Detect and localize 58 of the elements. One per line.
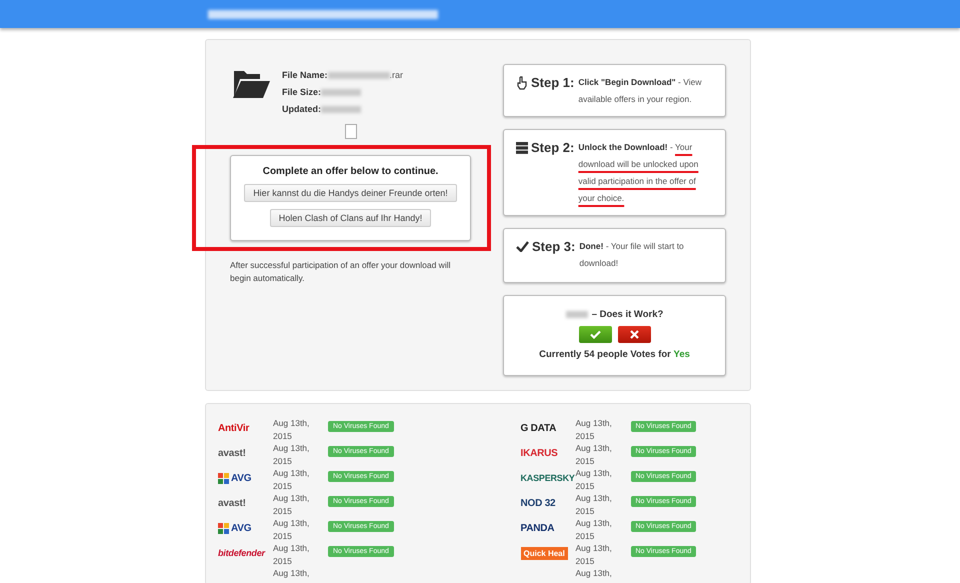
antivirus-logo: avast! <box>218 498 246 508</box>
broken-image-icon <box>345 124 357 139</box>
offer-button[interactable]: Hier kannst du die Handys deiner Freunde orten! <box>244 184 457 202</box>
scan-date: Aug 13th, 2015 <box>273 517 310 542</box>
scan-date: Aug 13th, 2015 <box>273 542 310 567</box>
checkmark-icon <box>516 241 529 252</box>
step-number: Step 3: <box>532 238 576 255</box>
step-text: Click "Begin Download" - View available offers in your region. <box>578 76 703 106</box>
scan-date: Aug 13th, 2015 <box>576 517 613 542</box>
step-text: Done! - Your file will start to download! <box>579 240 685 270</box>
antivirus-logo: NOD 32 <box>520 498 556 508</box>
no-button[interactable] <box>618 326 650 343</box>
tiles-icon <box>218 522 229 534</box>
scan-date: Aug 13th, 2015 <box>576 417 613 442</box>
antivirus-logo: PANDA <box>520 522 554 534</box>
offer-heading: Complete an offer below to continue. <box>262 166 438 177</box>
file-info-label: File Name: <box>282 70 328 80</box>
server-icon <box>516 142 528 154</box>
scan-date: Aug 13th, 2015 <box>273 442 310 467</box>
scan-date: Aug 13th, 2015 <box>576 467 613 492</box>
scan-date: Aug 13th, 2015 <box>576 542 613 567</box>
scan-date: Aug 13th, 2015 <box>576 492 613 517</box>
blurred-name <box>566 311 588 318</box>
antivirus-logo: KASPERSKY <box>520 473 575 483</box>
antivirus-logo: IKARUS <box>520 448 558 458</box>
file-info-label: File Size: <box>282 87 322 97</box>
blurred-value <box>321 88 362 96</box>
scan-date: Aug 13th, <box>273 567 310 580</box>
scan-date: Aug 13th, <box>576 567 613 580</box>
scan-date: Aug 13th, 2015 <box>273 417 310 442</box>
offer-note: After successful participation of an offer your download will begin automatically. <box>230 259 452 285</box>
antivirus-logo: avast! <box>218 448 246 458</box>
scan-date: Aug 13th, 2015 <box>273 467 310 492</box>
file-info-label: Updated: <box>282 104 321 114</box>
tiles-icon <box>218 472 229 484</box>
antivirus-logo: bitdefender <box>218 548 265 558</box>
yes-button[interactable] <box>578 326 612 343</box>
step-number: Step 2: <box>531 139 574 156</box>
step-text: Unlock the Download! - Your download will be unlocked upon valid participation in the offer of your choice. <box>578 141 700 205</box>
vote-count: Currently 54 people Votes for <box>539 349 671 360</box>
antivirus-logo: Quick Heal <box>520 546 568 560</box>
scan-date: Aug 13th, 2015 <box>273 492 310 517</box>
antivirus-logo: AntiVir <box>218 422 250 434</box>
step-number: Step 1: <box>531 74 574 91</box>
file-extension: .rar <box>390 70 404 80</box>
scan-date: Aug 13th, 2015 <box>576 442 613 467</box>
antivirus-logo: G DATA <box>520 422 556 434</box>
offer-button[interactable]: Holen Clash of Clans auf Ihr Handy! <box>270 209 432 227</box>
checkmark-icon <box>590 330 600 339</box>
vote-question: – Does it Work? <box>592 308 664 322</box>
blurred-value <box>328 72 390 78</box>
blurred-value <box>321 106 361 112</box>
folder-icon <box>232 68 270 98</box>
close-icon <box>630 330 638 339</box>
antivirus-logo: AVG <box>231 522 252 534</box>
pointing-hand-icon <box>516 76 528 90</box>
vote-answer: Yes <box>674 349 690 360</box>
antivirus-logo: AVG <box>231 472 252 484</box>
